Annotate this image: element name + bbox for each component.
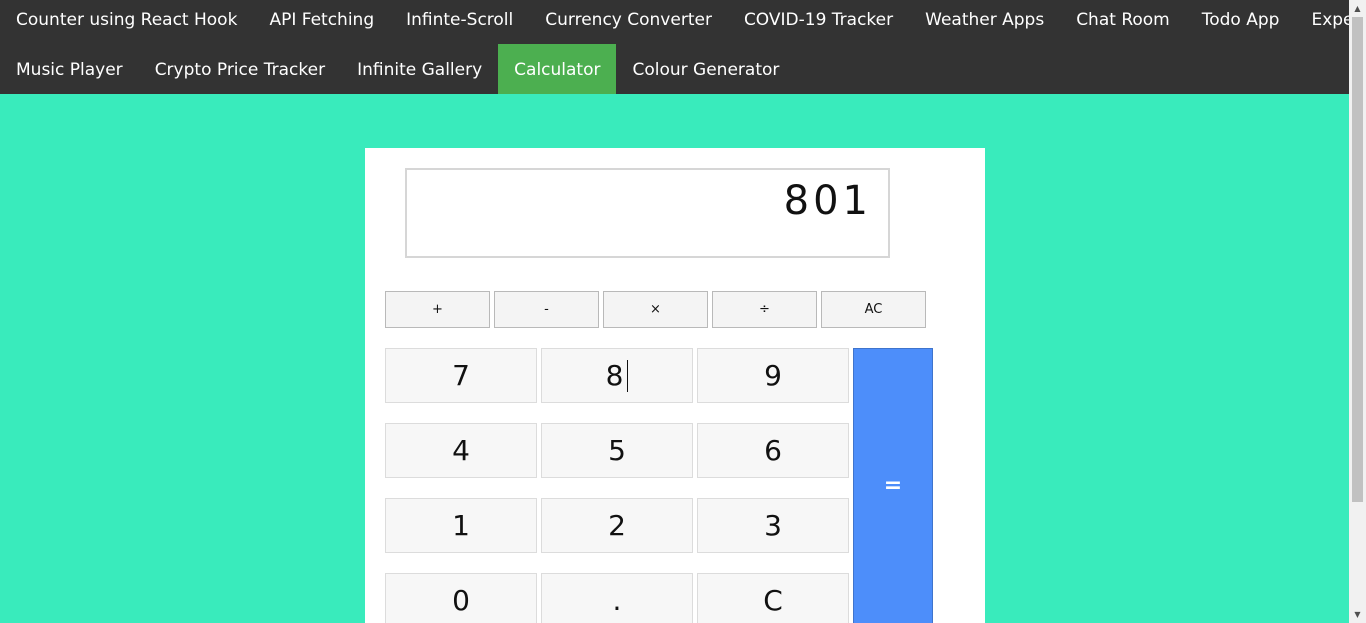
nav-item-api-fetching[interactable]: API Fetching [253,0,390,44]
key-6[interactable]: 6 [697,423,849,478]
vertical-scrollbar[interactable]: ▲ ▼ [1349,0,1366,623]
nav-item-infinite-gallery[interactable]: Infinite Gallery [341,44,498,94]
key-4[interactable]: 4 [385,423,537,478]
scroll-up-arrow-icon[interactable]: ▲ [1349,0,1366,17]
key-1-label: 1 [452,509,470,542]
key-3-label: 3 [764,509,782,542]
key-7[interactable]: 7 [385,348,537,403]
key-3[interactable]: 3 [697,498,849,553]
key-8[interactable]: 8 [541,348,693,403]
key-decimal[interactable]: . [541,573,693,623]
key-8-label: 8 [605,359,624,392]
nav-item-expense-tracker[interactable]: Expense Tracker [1295,0,1349,44]
top-nav: Counter using React Hook API Fetching In… [0,0,1349,94]
key-9[interactable]: 9 [697,348,849,403]
equals-button[interactable]: = [853,348,933,623]
key-clear[interactable]: C [697,573,849,623]
nav-item-todo-app[interactable]: Todo App [1186,0,1296,44]
multiply-button[interactable]: × [603,291,708,328]
key-2-label: 2 [608,509,626,542]
key-2[interactable]: 2 [541,498,693,553]
nav-item-covid-tracker[interactable]: COVID-19 Tracker [728,0,909,44]
key-clear-label: C [763,584,783,617]
nav-item-counter-react-hook[interactable]: Counter using React Hook [0,0,253,44]
divide-button[interactable]: ÷ [712,291,817,328]
calculator-card: 801 + - × ÷ AC 7 8 9 4 5 6 1 2 3 0 . C = [365,148,985,623]
scrollbar-thumb[interactable] [1352,17,1363,502]
nav-item-colour-generator[interactable]: Colour Generator [616,44,795,94]
key-7-label: 7 [452,359,470,392]
scroll-down-arrow-icon[interactable]: ▼ [1349,606,1366,623]
key-4-label: 4 [452,434,470,467]
calculator-display: 801 [405,168,890,258]
key-0-label: 0 [452,584,470,617]
key-5[interactable]: 5 [541,423,693,478]
key-0[interactable]: 0 [385,573,537,623]
key-1[interactable]: 1 [385,498,537,553]
nav-row-1: Counter using React Hook API Fetching In… [0,0,1349,44]
nav-item-calculator[interactable]: Calculator [498,44,617,94]
nav-item-weather-apps[interactable]: Weather Apps [909,0,1060,44]
nav-item-music-player[interactable]: Music Player [0,44,139,94]
page: Counter using React Hook API Fetching In… [0,0,1349,623]
subtract-button[interactable]: - [494,291,599,328]
key-9-label: 9 [764,359,782,392]
nav-item-currency-converter[interactable]: Currency Converter [529,0,728,44]
key-6-label: 6 [764,434,782,467]
nav-item-crypto-price-tracker[interactable]: Crypto Price Tracker [139,44,341,94]
text-cursor-icon [627,359,629,392]
nav-item-infinite-scroll[interactable]: Infinte-Scroll [390,0,529,44]
key-decimal-label: . [612,584,622,617]
all-clear-button[interactable]: AC [821,291,926,328]
nav-item-chat-room[interactable]: Chat Room [1060,0,1186,44]
key-5-label: 5 [608,434,626,467]
add-button[interactable]: + [385,291,490,328]
nav-row-2: Music Player Crypto Price Tracker Infini… [0,44,795,94]
